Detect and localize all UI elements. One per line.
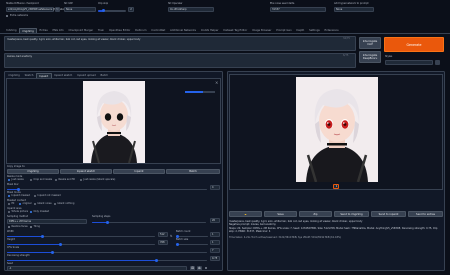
batch-size-slider[interactable] bbox=[176, 242, 208, 246]
hypernet-label: Add hypernetwork to prompt bbox=[334, 2, 369, 5]
negative-token-counter: 6/75 bbox=[343, 54, 349, 57]
resize-fill-label: Resize and fill bbox=[58, 178, 76, 182]
height-label: Height bbox=[7, 238, 15, 241]
output-gallery: 1 bbox=[229, 74, 443, 190]
batch-count-input[interactable]: 1 bbox=[210, 232, 220, 237]
tabs-divider bbox=[0, 33, 450, 34]
style-apply-icon[interactable] bbox=[435, 60, 440, 65]
gallery-thumbnail[interactable]: 1 bbox=[333, 184, 339, 189]
brush-size-slider[interactable] bbox=[185, 91, 215, 93]
copy-to-img2img-button[interactable]: img2img bbox=[7, 169, 59, 174]
upscaler-label: SD Upscaler bbox=[168, 2, 183, 5]
input-portrait-image bbox=[83, 81, 145, 163]
inpaint-not-masked-label: Inpaint not masked bbox=[37, 194, 61, 198]
clip-skip-label: Clip skip bbox=[98, 2, 109, 5]
batch-count-label: Batch count bbox=[176, 230, 191, 233]
denoising-input[interactable]: 0.75 bbox=[210, 256, 220, 261]
denoising-label: Denoising strength bbox=[7, 254, 30, 257]
swap-dimensions-icon[interactable]: ⇅ bbox=[170, 234, 173, 242]
batch-size-label: Batch size bbox=[176, 238, 189, 241]
tiling-label: Tiling bbox=[33, 225, 40, 229]
cfg-scale-slider[interactable] bbox=[7, 250, 207, 254]
send-to-inpaint-button[interactable]: Send to inpaint bbox=[371, 211, 406, 217]
generate-button[interactable]: Generate bbox=[384, 37, 444, 52]
mask-blur-input[interactable]: 4 bbox=[210, 185, 220, 190]
masked-latent-nothing-label: latent nothing bbox=[57, 202, 75, 206]
resize-crop-label: Crop and resize bbox=[33, 178, 53, 182]
extra-networks-label: Extra networks bbox=[10, 14, 29, 17]
prompt-input[interactable]: masterpiece, best quality, 1girl, solo, … bbox=[4, 36, 356, 51]
sampling-method-select[interactable]: DPM++ 2M Karras bbox=[7, 219, 87, 224]
checkpoint-label: Stable Diffusion checkpoint bbox=[6, 2, 39, 5]
recycle-icon[interactable]: ♻ bbox=[197, 266, 202, 271]
sampling-steps-label: Sampling steps bbox=[92, 215, 111, 218]
vae-select[interactable]: None bbox=[64, 7, 96, 12]
generation-info: masterpiece, best quality, 1girl, solo, … bbox=[229, 220, 443, 268]
masked-original-label: original bbox=[22, 202, 32, 206]
sampling-steps-input[interactable]: 20 bbox=[210, 218, 220, 223]
clip-skip-slider[interactable] bbox=[98, 9, 126, 13]
restore-faces-label: Restore faces bbox=[11, 225, 28, 229]
width-slider[interactable] bbox=[7, 234, 155, 238]
height-slider[interactable] bbox=[7, 242, 155, 246]
height-input[interactable]: 768 bbox=[158, 240, 168, 245]
negative-prompt-input[interactable]: lowres, bad anatomy bbox=[4, 53, 356, 68]
info-params-line: Steps: 20, Sampler: DPM++ 2M Karras, CFG… bbox=[229, 226, 438, 234]
close-icon[interactable]: × bbox=[215, 81, 218, 85]
resize-latent-label: Just resize (latent upscale) bbox=[83, 178, 116, 182]
copy-to-batch-button[interactable]: Batch bbox=[166, 169, 220, 174]
eta-input[interactable]: 31337 bbox=[270, 7, 326, 12]
inpaint-whole-picture-label: Whole picture bbox=[11, 210, 29, 214]
folder-button[interactable]: ▰ bbox=[229, 211, 262, 217]
settings-bar: Stable Diffusion checkpoint sd1/Anything… bbox=[0, 0, 450, 22]
checkpoint-select[interactable]: sd1/AnythingV5_v5PrtRE.safetensors [7f96… bbox=[6, 7, 69, 12]
width-input[interactable]: 512 bbox=[158, 232, 168, 237]
refresh-icon[interactable]: ↻ bbox=[55, 7, 60, 12]
styles-label: Styles bbox=[385, 55, 393, 58]
send-to-extras-button[interactable]: Send to extras bbox=[408, 211, 443, 217]
inpaint-canvas[interactable]: × bbox=[6, 78, 221, 164]
styles-select[interactable] bbox=[385, 60, 433, 65]
extra-networks-checkbox[interactable] bbox=[6, 15, 9, 18]
cfg-scale-label: CFG Scale bbox=[7, 246, 20, 249]
mask-blur-slider[interactable] bbox=[7, 187, 207, 191]
interrogate-clip-button[interactable]: Interrogate CLIP bbox=[359, 37, 381, 49]
inpaint-masked-label: Inpaint masked bbox=[11, 194, 30, 198]
info-timing-line: Time taken: 4.21s Torch active/reserved:… bbox=[229, 235, 342, 239]
prompt-token-counter: 34/75 bbox=[343, 37, 350, 40]
folder-icon: ▰ bbox=[244, 212, 247, 216]
vae-label: SD VAE bbox=[64, 2, 73, 5]
resize-just-resize-label: Just resize bbox=[11, 178, 24, 182]
hypernet-select[interactable]: None bbox=[334, 7, 374, 12]
zip-button[interactable]: Zip bbox=[299, 211, 332, 217]
upscaler-select[interactable]: 4x-UltraSharp bbox=[168, 7, 214, 12]
masked-latent-noise-label: latent noise bbox=[37, 202, 52, 206]
inpaint-only-masked-label: Only masked bbox=[33, 210, 50, 214]
mask-blur-label: Mask blur bbox=[7, 183, 19, 186]
denoising-slider[interactable] bbox=[7, 258, 207, 262]
batch-count-slider[interactable] bbox=[176, 234, 208, 238]
sampling-steps-slider[interactable] bbox=[92, 220, 206, 224]
copy-to-inpaint-sketch-button[interactable]: Inpaint sketch bbox=[60, 169, 112, 174]
batch-size-input[interactable]: 1 bbox=[210, 240, 220, 245]
masked-fill-label: fill bbox=[11, 202, 15, 206]
copy-to-inpaint-button[interactable]: Inpaint bbox=[113, 169, 165, 174]
dice-icon[interactable]: ⚄ bbox=[190, 266, 195, 271]
width-label: Width bbox=[7, 230, 14, 233]
send-to-img2img-button[interactable]: Send to img2img bbox=[334, 211, 369, 217]
interrogate-deepbooru-button[interactable]: Interrogate DeepBooru bbox=[359, 51, 381, 63]
output-portrait-image[interactable] bbox=[296, 77, 378, 182]
cfg-scale-input[interactable]: 7 bbox=[210, 248, 220, 253]
seed-input[interactable]: -1 bbox=[7, 266, 187, 271]
clip-skip-input[interactable]: 2 bbox=[128, 7, 134, 12]
save-button[interactable]: Save bbox=[264, 211, 297, 217]
eta-label: Eta noise seed delta bbox=[270, 2, 295, 5]
